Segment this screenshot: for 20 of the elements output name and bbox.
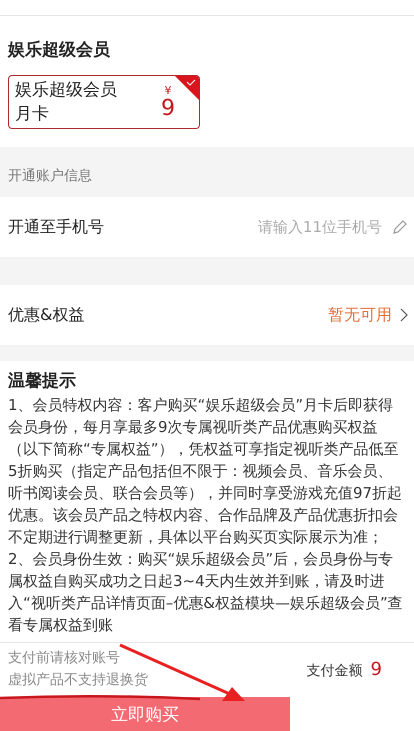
edit-icon[interactable] (392, 219, 408, 235)
plan-price: 9 (161, 96, 175, 120)
plan-option[interactable]: 娱乐超级会员月卡 ¥ 9 (8, 75, 200, 129)
amount-label: 支付金额 (306, 662, 363, 680)
product-title: 娱乐超级会员 (8, 39, 111, 62)
benefits-value: 暂无可用 (328, 304, 392, 326)
notice-title: 温馨提示 (8, 370, 77, 392)
selected-check-icon (175, 76, 199, 100)
footer-tip: 虚拟产品不支持退换货 (8, 671, 148, 689)
phone-label: 开通至手机号 (8, 216, 104, 238)
notice-paragraph: 2、会员身份生效：购买“娱乐超级会员”后，会员身份与专属权益自购买成功之日起3~4天内生效并到账，请及时进入“视听类产品详情页面–优惠&权益模块—娱乐超级会员”查看专属权益到账 (8, 549, 404, 636)
benefits-label: 优惠&权益 (8, 304, 84, 326)
benefits-row[interactable]: 优惠&权益 暂无可用 (0, 285, 414, 345)
plan-name: 娱乐超级会员月卡 (15, 79, 118, 126)
notice-paragraph: 1、会员特权内容：客户购买“娱乐超级会员”月卡后即获得会员身份，每月享最多9次专属视听类产品优惠购买权益（以下简称“专属权益”），凭权益可享指定视听类产品低至5折购买（指定产品包括但不限于：视频会员、音乐会员、听书阅读会员、联合会员等），并同时享受游戏充值97折起优惠。该会员产品之特权内容、合作品牌及产品优惠折扣会不定期进行调整更新，具体以平台购买页实际展示为准； (8, 395, 404, 548)
section-header: 开通账户信息 (7, 167, 93, 186)
currency-symbol: ¥ (164, 84, 172, 96)
footer-tip: 支付前请核对账号 (8, 649, 121, 667)
amount-value: 9 (370, 658, 382, 680)
chevron-right-icon (400, 308, 408, 322)
